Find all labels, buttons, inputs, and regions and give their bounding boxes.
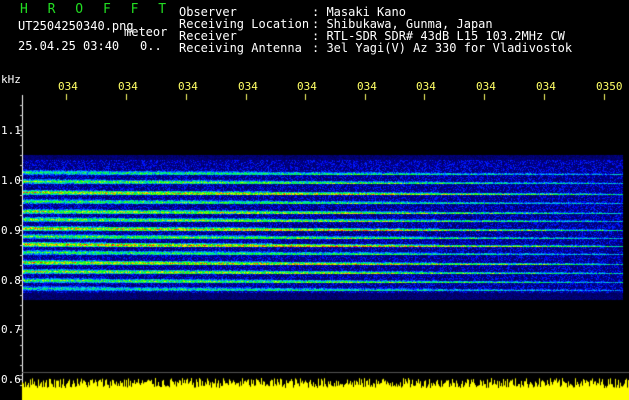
y-tick-label: 0.9 — [1, 224, 21, 237]
y-tick-label: 0.6 — [1, 373, 21, 386]
y-tick-label: 0.7 — [1, 323, 21, 336]
x-tick-label: 0350 — [596, 80, 623, 93]
datetime-label: 25.04.25 03:40 — [18, 39, 120, 53]
filename-label: UT2504250340.png — [18, 19, 134, 33]
meteor-label: meteor — [124, 25, 168, 39]
x-tick-label: 034 — [118, 80, 138, 93]
x-tick-label: 034 — [178, 80, 198, 93]
y-tick-label: 0.8 — [1, 274, 21, 287]
count-label: 0.. — [140, 39, 162, 53]
x-tick-label: 034 — [357, 80, 377, 93]
x-tick-label: 034 — [297, 80, 317, 93]
x-tick-label: 034 — [238, 80, 258, 93]
x-tick-label: 034 — [416, 80, 436, 93]
spectrogram-canvas — [0, 0, 629, 400]
antenna-value: : 3el Yagi(V) Az 330 for Vladivostok — [312, 41, 573, 55]
x-tick-label: 034 — [536, 80, 556, 93]
y-tick-label: 1.1 — [1, 124, 21, 137]
y-axis-unit: kHz — [1, 73, 21, 86]
x-tick-label: 034 — [58, 80, 78, 93]
app-title: H R O F F T — [20, 2, 173, 17]
x-tick-label: 034 — [476, 80, 496, 93]
antenna-label: Receiving Antenna — [179, 41, 302, 55]
y-tick-label: 1.0 — [1, 174, 21, 187]
